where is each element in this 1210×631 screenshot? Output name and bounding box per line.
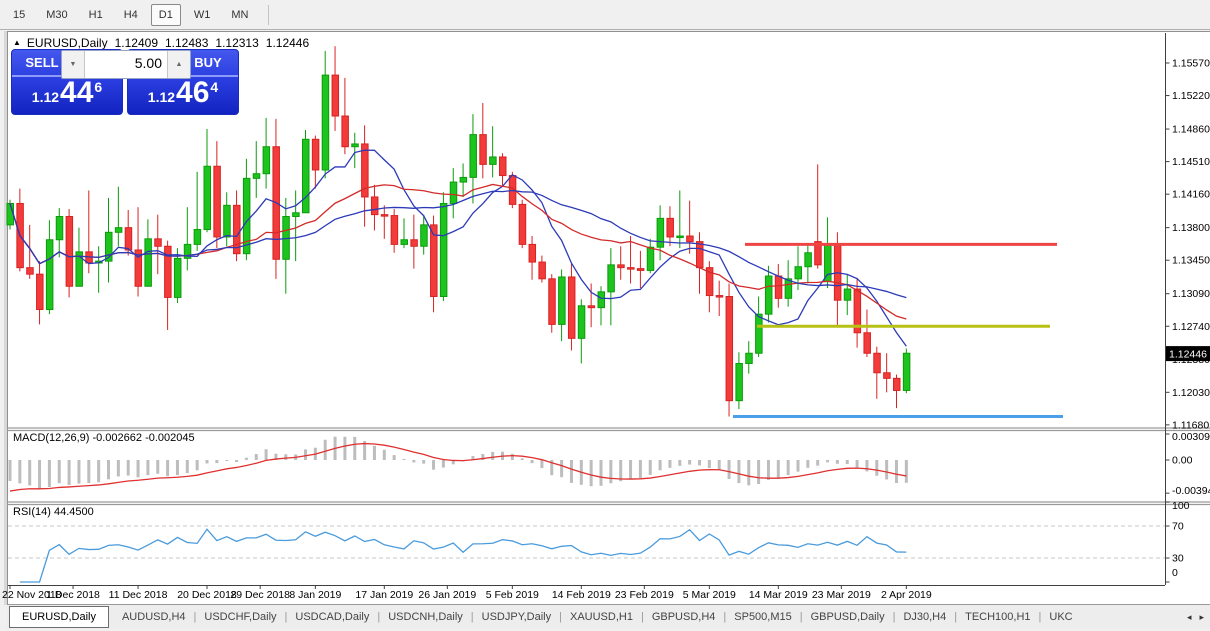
buy-price-prefix: 1.12 — [148, 89, 175, 105]
timeframe-button-M30[interactable]: M30 — [38, 4, 75, 26]
rsi-label: RSI(14) 44.4500 — [13, 506, 94, 518]
sell-price-prefix: 1.12 — [32, 89, 59, 105]
chart-tab-gbpusd-daily[interactable]: GBPUSD,Daily — [803, 608, 893, 626]
macd-label: MACD(12,26,9) -0.002662 -0.002045 — [13, 432, 195, 444]
chart-tab-tech100-h1[interactable]: TECH100,H1 — [957, 608, 1038, 626]
chart-tab-gbpusd-h4[interactable]: GBPUSD,H4 — [644, 608, 724, 626]
sell-price: 1.12 44 6 — [12, 76, 122, 114]
collapse-chart-icon[interactable]: ▲ — [13, 39, 21, 47]
volume-spinner: ▼ 5.00 ▲ — [61, 50, 191, 79]
chart-tab-usdchf-daily[interactable]: USDCHF,Daily — [196, 608, 284, 626]
timeframe-button-MN[interactable]: MN — [223, 4, 256, 26]
chart-window — [7, 31, 1210, 605]
volume-value[interactable]: 5.00 — [85, 51, 167, 78]
chart-title: ▲ EURUSD,Daily 1.12409 1.12483 1.12313 1… — [13, 36, 309, 50]
toolbar-separator — [268, 5, 269, 25]
timeframe-button-H1[interactable]: H1 — [81, 4, 111, 26]
chart-tab-sp500-m15[interactable]: SP500,M15 — [726, 608, 799, 626]
chart-tabs-bar: EURUSD,DailyAUDUSD,H4|USDCHF,Daily|USDCA… — [7, 604, 1210, 629]
chart-tab-usdcnh-daily[interactable]: USDCNH,Daily — [380, 608, 471, 626]
tabs-scroll-right-icon[interactable]: ▸ — [1199, 612, 1204, 623]
chart-tab-ukc[interactable]: UKC — [1041, 608, 1080, 626]
chart-symbol-period: EURUSD,Daily — [27, 36, 108, 50]
ohlc-high: 1.12483 — [165, 36, 208, 50]
volume-increase-button[interactable]: ▲ — [167, 51, 190, 78]
buy-price-pip: 4 — [210, 79, 218, 95]
one-click-trading-panel: SELL 1.12 44 6 BUY 1.12 46 4 ▼ 5.00 ▲ — [11, 49, 239, 115]
timeframe-button-H4[interactable]: H4 — [116, 4, 146, 26]
sell-price-big: 44 — [60, 78, 93, 108]
ohlc-low: 1.12313 — [215, 36, 258, 50]
ohlc-close: 1.12446 — [266, 36, 309, 50]
volume-decrease-button[interactable]: ▼ — [62, 51, 85, 78]
timeframe-button-D1[interactable]: D1 — [151, 4, 181, 26]
timeframe-button-15[interactable]: 15 — [5, 4, 33, 26]
tabs-scroll-left-icon[interactable]: ◂ — [1187, 612, 1192, 623]
tab-scroll-arrows: ◂▸ — [1187, 612, 1204, 623]
timeframe-button-W1[interactable]: W1 — [186, 4, 219, 26]
chart-tab-usdcad-daily[interactable]: USDCAD,Daily — [287, 608, 377, 626]
buy-price-big: 46 — [176, 78, 209, 108]
chart-tab-usdjpy-daily[interactable]: USDJPY,Daily — [474, 608, 560, 626]
sell-price-pip: 6 — [94, 79, 102, 95]
chart-tab-xauusd-h1[interactable]: XAUUSD,H1 — [562, 608, 641, 626]
chart-tab-eurusd-daily[interactable]: EURUSD,Daily — [9, 606, 109, 628]
ohlc-open: 1.12409 — [115, 36, 158, 50]
timeframe-toolbar: 15M30 H1H4D1W1MN — [0, 0, 1210, 30]
chart-tab-audusd-h4[interactable]: AUDUSD,H4 — [114, 608, 194, 626]
buy-price: 1.12 46 4 — [128, 76, 238, 114]
chart-tab-dj30-h4[interactable]: DJ30,H4 — [895, 608, 954, 626]
